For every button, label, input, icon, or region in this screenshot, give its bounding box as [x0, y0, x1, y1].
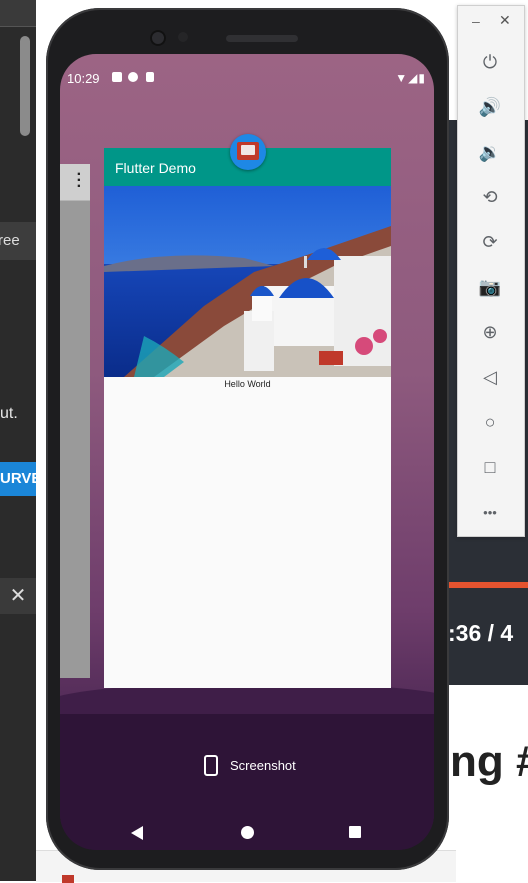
phone-screen: 10:29 ▼◢▮ · · · Flutter Demo Hello World…: [60, 54, 434, 850]
previous-app-toolbar: · · ·: [60, 164, 90, 201]
sd-card-icon: [146, 72, 154, 82]
app-icon-image-detail: [241, 145, 255, 155]
system-status-icons: ▼◢▮: [395, 71, 426, 85]
volume-down-icon[interactable]: 🔉: [476, 138, 504, 166]
rotate-left-icon[interactable]: ⟲: [476, 183, 504, 211]
rotate-right-icon[interactable]: ⟳: [476, 228, 504, 256]
background-page: ng #: [448, 685, 528, 881]
background-ide-panel: ree ut. URVE ✕: [0, 0, 36, 881]
ide-scrollbar[interactable]: [20, 36, 30, 136]
minimize-button[interactable]: –: [472, 13, 480, 29]
overview-icon[interactable]: □: [476, 453, 504, 481]
santorini-photo: [104, 186, 391, 377]
zoom-icon[interactable]: ⊕: [476, 318, 504, 346]
page-heading: ng #: [450, 737, 528, 786]
previous-app-card[interactable]: · · ·: [60, 164, 90, 678]
emulator-toolbar: – ✕ ⏻ 🔊 🔉 ⟲ ⟳ 📷 ⊕ ◁ ○ □ •••: [457, 5, 525, 537]
screenshot-button[interactable]: Screenshot: [204, 755, 296, 776]
recents-nav-icon[interactable]: [349, 826, 361, 838]
back-nav-icon[interactable]: [131, 826, 143, 840]
ide-toolbar: [0, 0, 36, 27]
emulator-window-controls: – ✕: [458, 6, 524, 40]
tree-tab[interactable]: ree: [0, 222, 36, 260]
screenshot-label: Screenshot: [230, 758, 296, 773]
survey-button[interactable]: URVE: [0, 462, 36, 496]
more-icon[interactable]: •••: [476, 498, 504, 526]
app-title: Flutter Demo: [115, 160, 196, 176]
camera-icon[interactable]: 📷: [476, 273, 504, 301]
screenshot-icon: [204, 755, 218, 776]
partial-text: ut.: [0, 405, 18, 422]
navigation-bar: [60, 814, 434, 850]
close-button[interactable]: ✕: [499, 12, 511, 29]
proximity-sensor: [178, 32, 188, 42]
phone-frame: 10:29 ▼◢▮ · · · Flutter Demo Hello World…: [46, 8, 449, 870]
notification-a-icon: [112, 72, 122, 82]
home-icon[interactable]: ○: [476, 408, 504, 436]
power-icon[interactable]: ⏻: [476, 48, 504, 76]
video-progress-bar[interactable]: [448, 582, 528, 588]
video-time: :36 / 4: [448, 620, 514, 646]
favicon-icon: [62, 875, 74, 883]
front-camera: [150, 30, 166, 46]
volume-up-icon[interactable]: 🔊: [476, 93, 504, 121]
status-bar: 10:29 ▼◢▮: [60, 54, 434, 98]
home-nav-icon[interactable]: [241, 826, 254, 839]
app-icon[interactable]: [230, 134, 266, 170]
overflow-menu-icon[interactable]: · · ·: [77, 167, 82, 195]
notification-p-icon: [128, 72, 138, 82]
status-time: 10:29: [67, 71, 100, 86]
hello-world-text: Hello World: [224, 379, 271, 389]
back-icon[interactable]: ◁: [476, 363, 504, 391]
recent-app-card[interactable]: Flutter Demo Hello World: [104, 148, 391, 688]
earpiece-speaker: [226, 35, 298, 42]
close-icon[interactable]: ✕: [0, 578, 36, 614]
